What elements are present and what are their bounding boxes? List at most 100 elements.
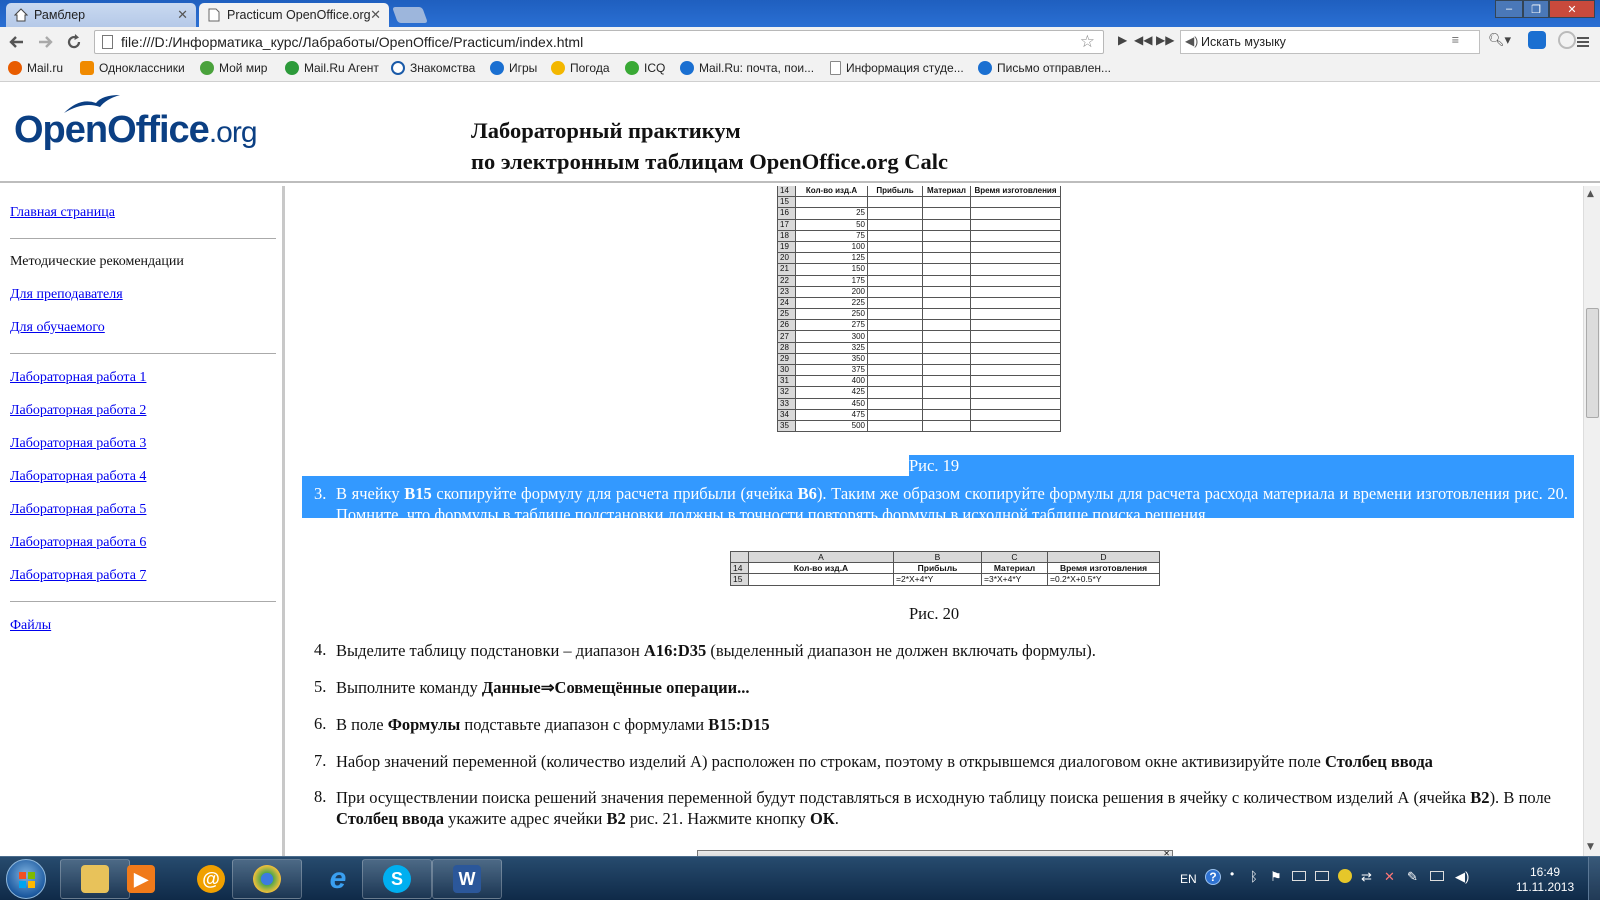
bookmark-moymir[interactable]: Мой мир xyxy=(200,61,267,75)
help-icon[interactable]: ? xyxy=(1205,869,1221,885)
bookmark-weather[interactable]: Погода xyxy=(551,61,610,75)
table-cell xyxy=(970,352,1061,366)
scroll-up-arrow-icon[interactable]: ▲ xyxy=(1587,189,1594,199)
sync-icon[interactable]: ⇄ xyxy=(1361,869,1372,885)
nav-lab-7-link[interactable]: Лабораторная работа 7 xyxy=(10,568,146,584)
row-number: 26 xyxy=(777,319,796,332)
nav-lab-6-link[interactable]: Лабораторная работа 6 xyxy=(10,535,146,551)
new-tab-button[interactable] xyxy=(392,7,428,23)
nav-lab-5-link[interactable]: Лабораторная работа 5 xyxy=(10,502,146,518)
corner-cell xyxy=(730,550,749,564)
system-clock[interactable]: 16:49 11.11.2013 xyxy=(1505,865,1585,895)
tab-rambler[interactable]: Рамблер ✕ xyxy=(6,3,196,27)
openoffice-logo[interactable]: OpenOffice.org xyxy=(14,109,258,152)
show-desktop-button[interactable] xyxy=(1588,857,1600,900)
table-row: 15 =2*X+4*Y =3*X+4*Y =0.2*X+0.5*Y xyxy=(730,573,1160,586)
bookmark-mailru-mail[interactable]: Mail.Ru: почта, пои... xyxy=(680,61,814,75)
power-icon[interactable] xyxy=(1430,871,1444,881)
bookmark-odnoklassniki[interactable]: Одноклассники xyxy=(80,61,185,75)
table-cell xyxy=(970,207,1061,220)
moymir-icon xyxy=(200,61,214,75)
bookmark-student-info[interactable]: Информация студе... xyxy=(830,61,964,75)
bookmark-label: Погода xyxy=(570,61,610,75)
title-line-2: по электронным таблицам OpenOffice.org C… xyxy=(471,149,948,174)
row-number: 34 xyxy=(777,408,796,421)
next-icon[interactable]: ▶▶ xyxy=(1156,33,1174,47)
close-window-button[interactable]: ✕ xyxy=(1549,0,1595,18)
taskbar-media-player[interactable]: ▶ xyxy=(115,859,167,899)
no-connection-icon[interactable]: ✕ xyxy=(1384,869,1395,885)
nav-lab-4-link[interactable]: Лабораторная работа 4 xyxy=(10,469,146,485)
antivirus-icon[interactable]: ✎ xyxy=(1407,869,1418,885)
header-cell: Прибыль xyxy=(893,562,982,575)
taskbar-chrome[interactable] xyxy=(232,859,302,899)
table-row: 23 200 xyxy=(777,285,1061,298)
network-icon[interactable] xyxy=(1292,871,1306,881)
tray-dot-icon[interactable]: • xyxy=(1230,867,1234,881)
agent-status-icon[interactable] xyxy=(1338,869,1352,883)
forward-button[interactable] xyxy=(34,31,56,53)
row-number: 21 xyxy=(777,263,796,276)
bookmark-icq[interactable]: ICQ xyxy=(625,61,665,75)
bookmark-mailru[interactable]: Mail.ru xyxy=(8,61,63,75)
nav-files-link[interactable]: Файлы xyxy=(10,618,51,634)
text-run: В поле xyxy=(336,715,388,734)
music-search-input[interactable]: ◀) Искать музыку ≡ xyxy=(1180,30,1480,54)
nav-for-teacher-link[interactable]: Для преподавателя xyxy=(10,287,123,303)
menu-lines-icon[interactable]: ≡ xyxy=(1452,33,1459,47)
table-cell xyxy=(970,274,1061,287)
taskbar-mail-agent[interactable]: @ xyxy=(185,859,237,899)
step-5-number: 5. xyxy=(314,677,327,696)
maximize-button[interactable]: ❐ xyxy=(1523,0,1549,18)
nav-lab-2-link[interactable]: Лабораторная работа 2 xyxy=(10,403,146,419)
text-run: Выделите таблицу подстановки – диапазон xyxy=(336,641,644,660)
minimize-button[interactable]: – xyxy=(1495,0,1523,18)
bookmark-agent[interactable]: Mail.Ru Агент xyxy=(285,61,379,75)
windows-logo-icon xyxy=(19,872,35,888)
nav-lab-1-link[interactable]: Лабораторная работа 1 xyxy=(10,370,146,386)
taskbar-internet-explorer[interactable]: e xyxy=(312,859,364,899)
bookmark-star-icon[interactable]: ☆ xyxy=(1080,32,1095,52)
table-cell xyxy=(867,352,923,366)
search-icon[interactable]: 🔍︎▾ xyxy=(1488,32,1511,48)
bookmark-znakomstva[interactable]: Знакомства xyxy=(391,61,475,75)
nav-lab-3-link[interactable]: Лабораторная работа 3 xyxy=(10,436,146,452)
volume-icon[interactable]: ◀) xyxy=(1455,869,1469,885)
table-row: 18 75 xyxy=(777,229,1061,242)
language-indicator[interactable]: EN xyxy=(1180,872,1197,886)
table-row: 16 25 xyxy=(777,207,1061,220)
nav-home-link[interactable]: Главная страница xyxy=(10,205,115,221)
table-cell xyxy=(922,218,971,231)
back-button[interactable] xyxy=(6,31,28,53)
start-button[interactable] xyxy=(6,859,46,899)
close-tab-icon[interactable]: ✕ xyxy=(177,7,188,23)
page-scrollbar[interactable]: ▲ ▼ xyxy=(1583,186,1600,856)
taskbar-skype[interactable]: S xyxy=(362,859,432,899)
reload-button[interactable] xyxy=(63,31,85,53)
text-run-bold: В15:D15 xyxy=(708,715,770,734)
scroll-down-arrow-icon[interactable]: ▼ xyxy=(1587,842,1594,852)
bluetooth-icon[interactable]: ᛒ xyxy=(1250,869,1258,884)
header-cell: Кол-во изд.А xyxy=(795,186,868,198)
previous-icon[interactable]: ◀◀ xyxy=(1134,33,1152,47)
table-cell xyxy=(970,285,1061,298)
figure-19-table: 14 Кол-во изд.А Прибыль Материал Время изгот… xyxy=(777,186,1061,433)
close-tab-icon[interactable]: ✕ xyxy=(370,7,381,23)
table-cell xyxy=(970,263,1061,276)
taskbar-word[interactable]: W xyxy=(432,859,502,899)
flag-icon[interactable]: ⚑ xyxy=(1270,869,1282,885)
mail-extension-icon[interactable] xyxy=(1528,31,1546,49)
tab-practicum[interactable]: Practicum OpenOffice.org ✕ xyxy=(199,3,389,27)
icq-icon xyxy=(625,61,639,75)
bookmark-letter-sent[interactable]: Письмо отправлен... xyxy=(978,61,1111,75)
nav-for-student-link[interactable]: Для обучаемого xyxy=(10,320,105,336)
settings-wrench-button[interactable] xyxy=(1572,31,1594,53)
page-title: Лабораторный практикум по электронным та… xyxy=(471,115,948,177)
display-icon[interactable] xyxy=(1315,871,1329,881)
bookmark-games[interactable]: Игры xyxy=(490,61,537,75)
address-bar[interactable]: file:///D:/Информатика_курс/Лабработы/Op… xyxy=(94,30,1104,54)
play-icon[interactable]: ▶ xyxy=(1118,33,1127,47)
step-8-number: 8. xyxy=(314,787,327,806)
logo-suffix-text: .org xyxy=(208,116,258,149)
scrollbar-thumb[interactable] xyxy=(1586,308,1599,418)
